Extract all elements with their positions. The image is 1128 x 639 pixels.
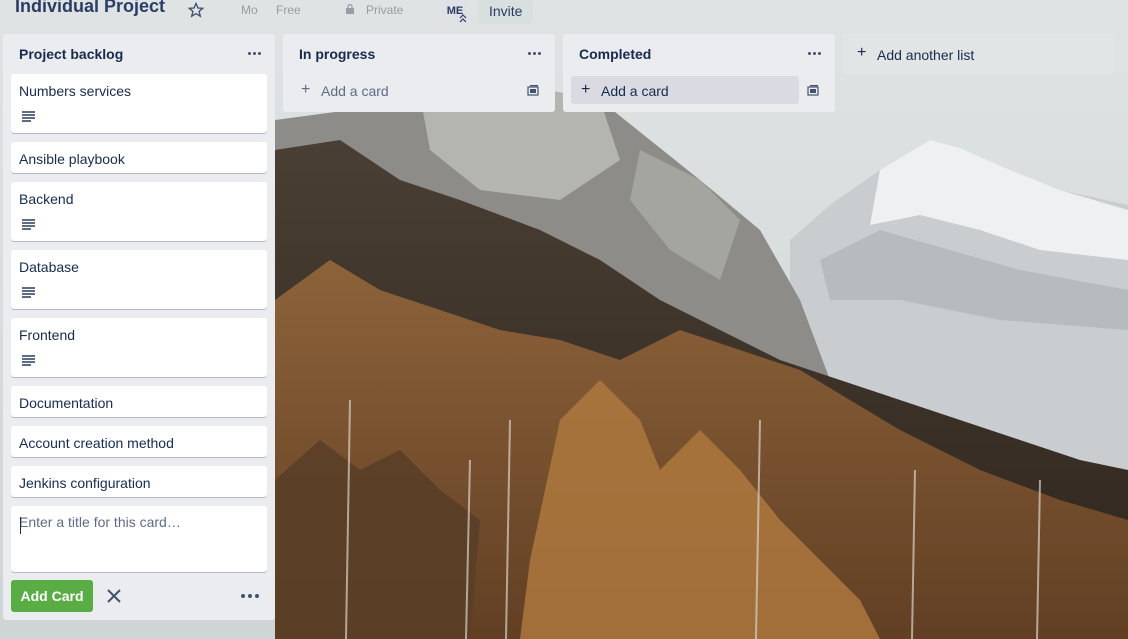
description-icon: [22, 287, 35, 298]
card[interactable]: Frontend: [11, 318, 267, 377]
card-title: Documentation: [19, 395, 114, 411]
list-title[interactable]: In progress: [299, 46, 375, 62]
add-card-button[interactable]: + Add a card: [291, 76, 519, 104]
add-card-button[interactable]: Add Card: [11, 580, 93, 612]
list-in-progress: In progress + Add a card: [283, 34, 555, 112]
list-menu-icon[interactable]: [808, 46, 822, 60]
list-title[interactable]: Completed: [579, 46, 651, 62]
plus-icon: +: [301, 81, 311, 98]
card-title: Frontend: [19, 327, 76, 343]
close-icon[interactable]: [105, 587, 123, 605]
card[interactable]: Backend: [11, 182, 267, 241]
card[interactable]: Documentation: [11, 386, 267, 417]
add-card-label: Add a card: [601, 83, 669, 99]
list-title[interactable]: Project backlog: [19, 46, 123, 62]
lock-icon: [346, 4, 354, 14]
add-card-label: Add a card: [321, 83, 389, 99]
list-completed: Completed + Add a card: [563, 34, 835, 112]
card-composer: [11, 506, 267, 572]
plus-icon: +: [581, 81, 591, 98]
list-project-backlog: Project backlog Numbers services Ansible…: [3, 34, 275, 620]
card-title: Jenkins configuration: [19, 475, 151, 491]
text-caret: [20, 517, 21, 534]
list-menu-icon[interactable]: [248, 46, 262, 60]
card-template-icon[interactable]: [527, 84, 539, 96]
card[interactable]: Numbers services: [11, 74, 267, 133]
description-icon: [22, 111, 35, 122]
visibility-button[interactable]: Private: [366, 3, 403, 17]
add-card-button[interactable]: + Add a card: [571, 76, 799, 104]
invite-button[interactable]: Invite: [478, 0, 534, 24]
card[interactable]: Database: [11, 250, 267, 309]
plus-icon: +: [857, 44, 867, 61]
card-title: Backend: [19, 191, 74, 207]
card[interactable]: Ansible playbook: [11, 142, 267, 173]
list-menu-icon[interactable]: [528, 46, 542, 60]
board-title[interactable]: Individual Project: [15, 0, 165, 17]
card[interactable]: Account creation method: [11, 426, 267, 457]
card-title: Ansible playbook: [19, 151, 125, 167]
description-icon: [22, 355, 35, 366]
team-name[interactable]: Mo: [241, 3, 258, 17]
add-list-label: Add another list: [877, 47, 975, 63]
card-title: Account creation method: [19, 435, 174, 451]
card-template-icon[interactable]: [807, 84, 819, 96]
card[interactable]: Jenkins configuration: [11, 466, 267, 497]
card-title: Database: [19, 259, 79, 275]
board-header: Individual Project Mo Free Private ME In…: [0, 0, 1128, 26]
admin-chevron-icon: [459, 14, 467, 23]
description-icon: [22, 219, 35, 230]
plan-badge: Free: [276, 3, 301, 17]
more-options-icon[interactable]: [241, 589, 261, 603]
star-icon[interactable]: [188, 2, 204, 18]
card-title-input[interactable]: [11, 506, 267, 572]
add-list-button[interactable]: + Add another list: [843, 34, 1115, 74]
card-title: Numbers services: [19, 83, 132, 99]
